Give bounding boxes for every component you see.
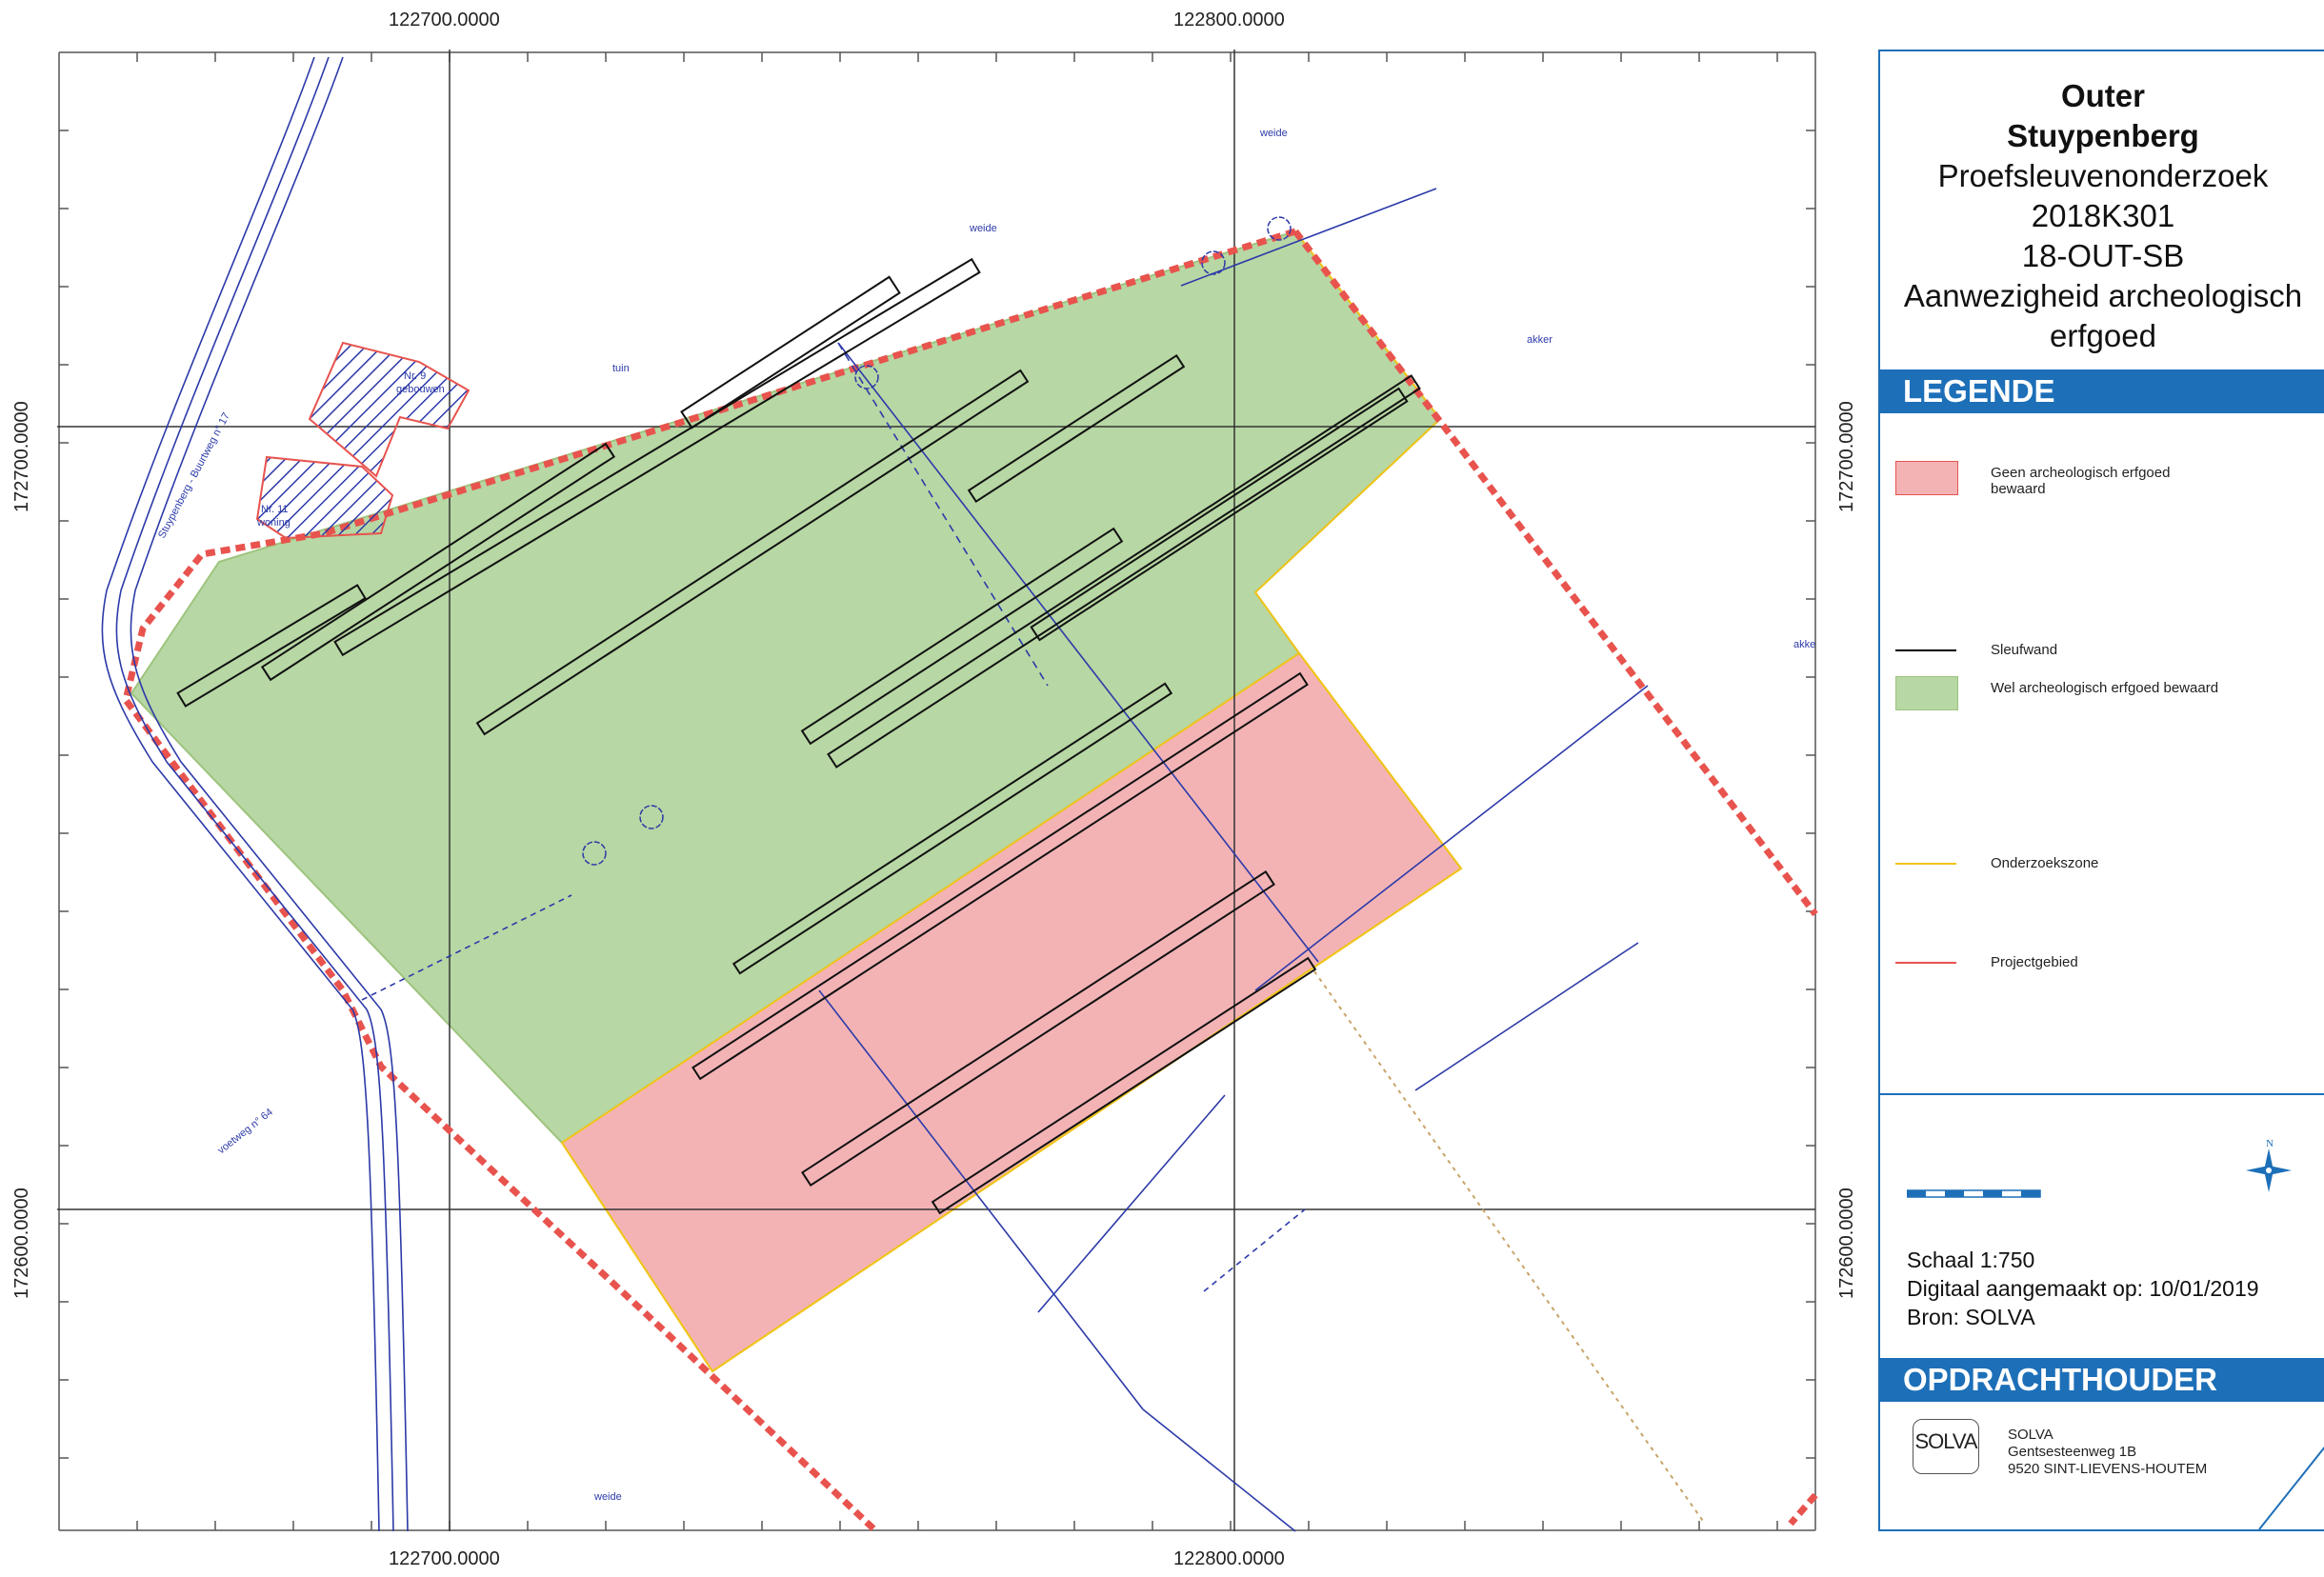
label-tuin: tuin: [612, 363, 630, 374]
legend-label-sleufwand: Sleufwand: [1991, 642, 2058, 658]
title-line-5: 18-OUT-SB: [2021, 238, 2185, 273]
legend-label-onderzoekszone: Onderzoekszone: [1991, 855, 2099, 871]
legend-label-geen: Geen archeologisch erfgoed bewaard: [1991, 465, 2171, 497]
client-address-1: Gentsesteenweg 1B: [2008, 1444, 2137, 1460]
label-voetweg: voetweg n° 64: [215, 1107, 274, 1156]
label-weide-bottom: weide: [593, 1491, 622, 1503]
title-line-6: Aanwezigheid archeologisch: [1903, 278, 2303, 313]
legend-swatch-black-line: [1895, 649, 1956, 651]
panel-divider: [1880, 1093, 2324, 1095]
client-name: SOLVA: [2008, 1427, 2054, 1443]
source-text: Bron: SOLVA: [1907, 1305, 2035, 1329]
client-logo-text: SOLVA: [1914, 1429, 1977, 1453]
title-line-1: Outer: [2060, 78, 2145, 113]
title-line-3: Proefsleuvenonderzoek: [1937, 158, 2269, 193]
legend-swatch-yellow-line: [1895, 863, 1956, 865]
building-nr9[interactable]: [308, 341, 471, 478]
client-logo: SOLVA: [1913, 1419, 1979, 1474]
legend-swatch-red: [1895, 461, 1958, 495]
label-woning: woning: [256, 517, 290, 529]
client-header: OPDRACHTHOUDER: [1880, 1358, 2324, 1402]
dotted-path: [1313, 970, 1706, 1525]
label-akker-right: akke: [1793, 639, 1815, 650]
panel-bottom-border: [1880, 1529, 2261, 1531]
north-arrow-icon: N: [2246, 1138, 2292, 1192]
title-line-4: 2018K301: [2031, 198, 2175, 233]
legend-swatch-green: [1895, 676, 1958, 710]
label-akker-top: akker: [1527, 334, 1553, 346]
label-nr11: Nr. 11: [261, 504, 289, 515]
legend-swatch-red-line: [1895, 962, 1956, 964]
label-weide-mid: weide: [969, 223, 997, 234]
scale-text: Schaal 1:750: [1907, 1248, 2035, 1272]
north-letter: N: [2266, 1138, 2274, 1149]
label-nr9: Nr. 9: [404, 370, 426, 382]
title-line-7: erfgoed: [2050, 318, 2156, 353]
info-panel: Outer Stuypenberg Proefsleuvenonderzoek …: [1878, 50, 2324, 1531]
label-weide-top: weide: [1259, 128, 1288, 139]
scale-bar: [1907, 1189, 2041, 1198]
legend-label-wel: Wel archeologisch erfgoed bewaard: [1991, 680, 2219, 696]
title-line-2: Stuypenberg: [2007, 118, 2199, 153]
legend-label-projectgebied: Projectgebied: [1991, 954, 2078, 970]
client-address-2: 9520 SINT-LIEVENS-HOUTEM: [2008, 1461, 2208, 1477]
legend-header: LEGENDE: [1880, 369, 2324, 413]
date-text: Digitaal aangemaakt op: 10/01/2019: [1907, 1276, 2259, 1301]
panel-corner-line: [2258, 1446, 2324, 1530]
label-gebouwen: gebouwen: [396, 384, 445, 395]
